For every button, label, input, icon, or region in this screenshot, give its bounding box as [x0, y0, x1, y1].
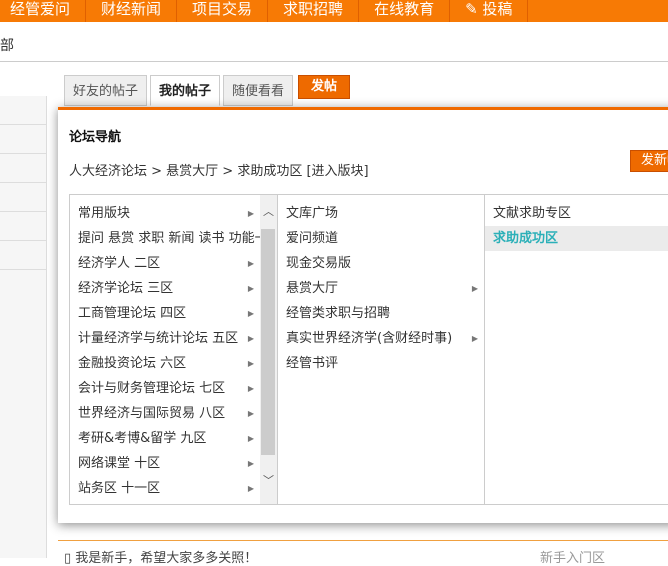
forum-item-label: 爱问频道 — [286, 231, 339, 246]
scrollbar[interactable]: ︿ ﹀ — [260, 195, 277, 504]
top-nav: 经管爱问 财经新闻 项目交易 求职招聘 在线教育 ✎ 投稿 — [0, 0, 668, 22]
caret-right-icon: ▶ — [247, 484, 254, 493]
post-button[interactable]: 发帖 — [298, 75, 351, 99]
caret-right-icon: ▶ — [247, 434, 254, 443]
sidebar — [0, 96, 47, 558]
forum-item[interactable]: 真实世界经济学(含财经时事) ▶ — [278, 326, 484, 351]
forum-item-label: 常用版块 — [78, 206, 131, 221]
forum-item[interactable]: 世界经济与国际贸易 八区 ▶ — [70, 401, 260, 426]
caret-right-icon: ▶ — [247, 384, 254, 393]
caret-right-icon: ▶ — [247, 284, 254, 293]
forum-item-label: 求助成功区 — [493, 231, 559, 246]
forum-item-label: 文献求助专区 — [493, 206, 572, 221]
new-thread-button[interactable]: 发新帖 — [630, 150, 668, 172]
forum-item-label: 经济学人 二区 — [78, 256, 161, 271]
caret-right-icon: ▶ — [247, 259, 254, 268]
board-column: 文献求助专区 求助成功区 — [485, 195, 668, 504]
chevron-down-icon[interactable]: ﹀ — [260, 472, 277, 488]
forum-item[interactable]: 提问 悬赏 求职 新闻 读书 功能一区 — [70, 226, 260, 251]
forum-item[interactable]: 站务区 十一区 ▶ — [70, 476, 260, 501]
forum-item[interactable]: 经管书评 — [278, 351, 484, 376]
divider — [0, 61, 668, 62]
forum-item[interactable]: 工商管理论坛 四区 ▶ — [70, 301, 260, 326]
caret-right-icon: ▶ — [471, 334, 478, 343]
forum-item-label: 会计与财务管理论坛 七区 — [78, 381, 226, 396]
nav-item[interactable]: 经管爱问 — [0, 0, 87, 22]
dialog-title: 论坛导航 — [69, 130, 122, 145]
nav-item[interactable]: 求职招聘 — [268, 0, 360, 22]
forum-columns: 常用版块▶提问 悬赏 求职 新闻 读书 功能一区经济学人 二区▶经济学论坛 三区… — [69, 194, 668, 505]
pencil-icon: ✎ — [465, 0, 483, 18]
caret-right-icon: ▶ — [247, 409, 254, 418]
forum-item-label: 悬赏大厅 — [286, 281, 339, 296]
subforum-column: 文库广场爱问频道现金交易版悬赏大厅 ▶ 经管类求职与招聘真实世界经济学(含财经时事)… — [277, 195, 485, 504]
forum-item-label: 经济学论坛 三区 — [78, 281, 174, 296]
thread-row[interactable]: ▯ 我是新手，希望大家多多关照！ 新手入门区 — [64, 547, 668, 566]
nav-item[interactable]: 财经新闻 — [86, 0, 178, 22]
nav-item[interactable]: 项目交易 — [177, 0, 269, 22]
thread-forum[interactable]: 新手入门区 — [540, 547, 605, 566]
file-icon: ▯ — [64, 551, 76, 566]
forum-item[interactable]: 会计与财务管理论坛 七区 ▶ — [70, 376, 260, 401]
forum-item[interactable]: 常用版块 ▶ — [70, 201, 260, 226]
forum-item[interactable]: 计量经济学与统计论坛 五区 ▶ — [70, 326, 260, 351]
forum-item-label: 工商管理论坛 四区 — [78, 306, 187, 321]
forum-item[interactable]: 网络课堂 十区 ▶ — [70, 451, 260, 476]
thread-title[interactable]: 我是新手，希望大家多多关照！ — [75, 551, 257, 566]
nav-label: 投稿 — [482, 0, 513, 18]
forum-item[interactable]: 悬赏大厅 ▶ — [278, 276, 484, 301]
forum-item-label: 考研&考博&留学 九区 — [78, 431, 207, 446]
forum-item-label: 文库广场 — [286, 206, 339, 221]
caret-right-icon: ▶ — [471, 284, 478, 293]
sub-nav-text: 部 — [0, 38, 14, 54]
forum-item-label: 网络课堂 十区 — [78, 456, 161, 471]
forum-item-label: 现金交易版 — [286, 256, 352, 271]
category-column: 常用版块▶提问 悬赏 求职 新闻 读书 功能一区经济学人 二区▶经济学论坛 三区… — [70, 195, 260, 504]
forum-item[interactable]: 考研&考博&留学 九区 ▶ — [70, 426, 260, 451]
caret-right-icon: ▶ — [247, 209, 254, 218]
chevron-up-icon[interactable]: ︿ — [260, 203, 277, 219]
tab-my-posts[interactable]: 我的帖子 — [150, 75, 221, 106]
forum-item-label: 世界经济与国际贸易 八区 — [78, 406, 226, 421]
forum-item[interactable]: 爱问频道 — [278, 226, 484, 251]
caret-right-icon: ▶ — [247, 359, 254, 368]
forum-item[interactable]: 求助成功区 — [485, 226, 668, 251]
divider — [58, 540, 668, 541]
forum-item[interactable]: 经济学人 二区 ▶ — [70, 251, 260, 276]
forum-item[interactable]: 文库广场 — [278, 201, 484, 226]
forum-item-label: 金融投资论坛 六区 — [78, 356, 187, 371]
forum-item[interactable]: 金融投资论坛 六区 ▶ — [70, 351, 260, 376]
forum-item-label: 经管书评 — [286, 356, 339, 371]
caret-right-icon: ▶ — [247, 334, 254, 343]
forum-item[interactable]: 文献求助专区 — [485, 201, 668, 226]
tab-browse[interactable]: 随便看看 — [223, 75, 294, 106]
forum-item-label: 提问 悬赏 求职 新闻 读书 功能一区 — [78, 231, 260, 246]
forum-item[interactable]: 现金交易版 — [278, 251, 484, 276]
forum-item[interactable]: 经济学论坛 三区 ▶ — [70, 276, 260, 301]
nav-item[interactable]: 在线教育 — [359, 0, 451, 22]
forum-item-label: 真实世界经济学(含财经时事) — [286, 331, 453, 346]
caret-right-icon: ▶ — [247, 309, 254, 318]
tab-friends-posts[interactable]: 好友的帖子 — [64, 75, 148, 106]
forum-nav-dialog: 论坛导航 人大经济论坛 > 悬赏大厅 > 求助成功区 [进入版块] 发新帖 常用… — [58, 107, 668, 523]
nav-item[interactable]: ✎ 投稿 — [450, 0, 529, 22]
caret-right-icon: ▶ — [247, 459, 254, 468]
forum-item-label: 计量经济学与统计论坛 五区 — [78, 331, 239, 346]
breadcrumb[interactable]: 人大经济论坛 > 悬赏大厅 > 求助成功区 [进入版块] — [69, 160, 369, 179]
forum-item-label: 站务区 十一区 — [78, 481, 161, 496]
forum-item-label: 经管类求职与招聘 — [286, 306, 391, 321]
forum-item[interactable]: 经管类求职与招聘 — [278, 301, 484, 326]
scrollbar-thumb[interactable] — [261, 229, 275, 455]
post-tabs: 好友的帖子 我的帖子 随便看看 发帖 — [64, 75, 351, 106]
